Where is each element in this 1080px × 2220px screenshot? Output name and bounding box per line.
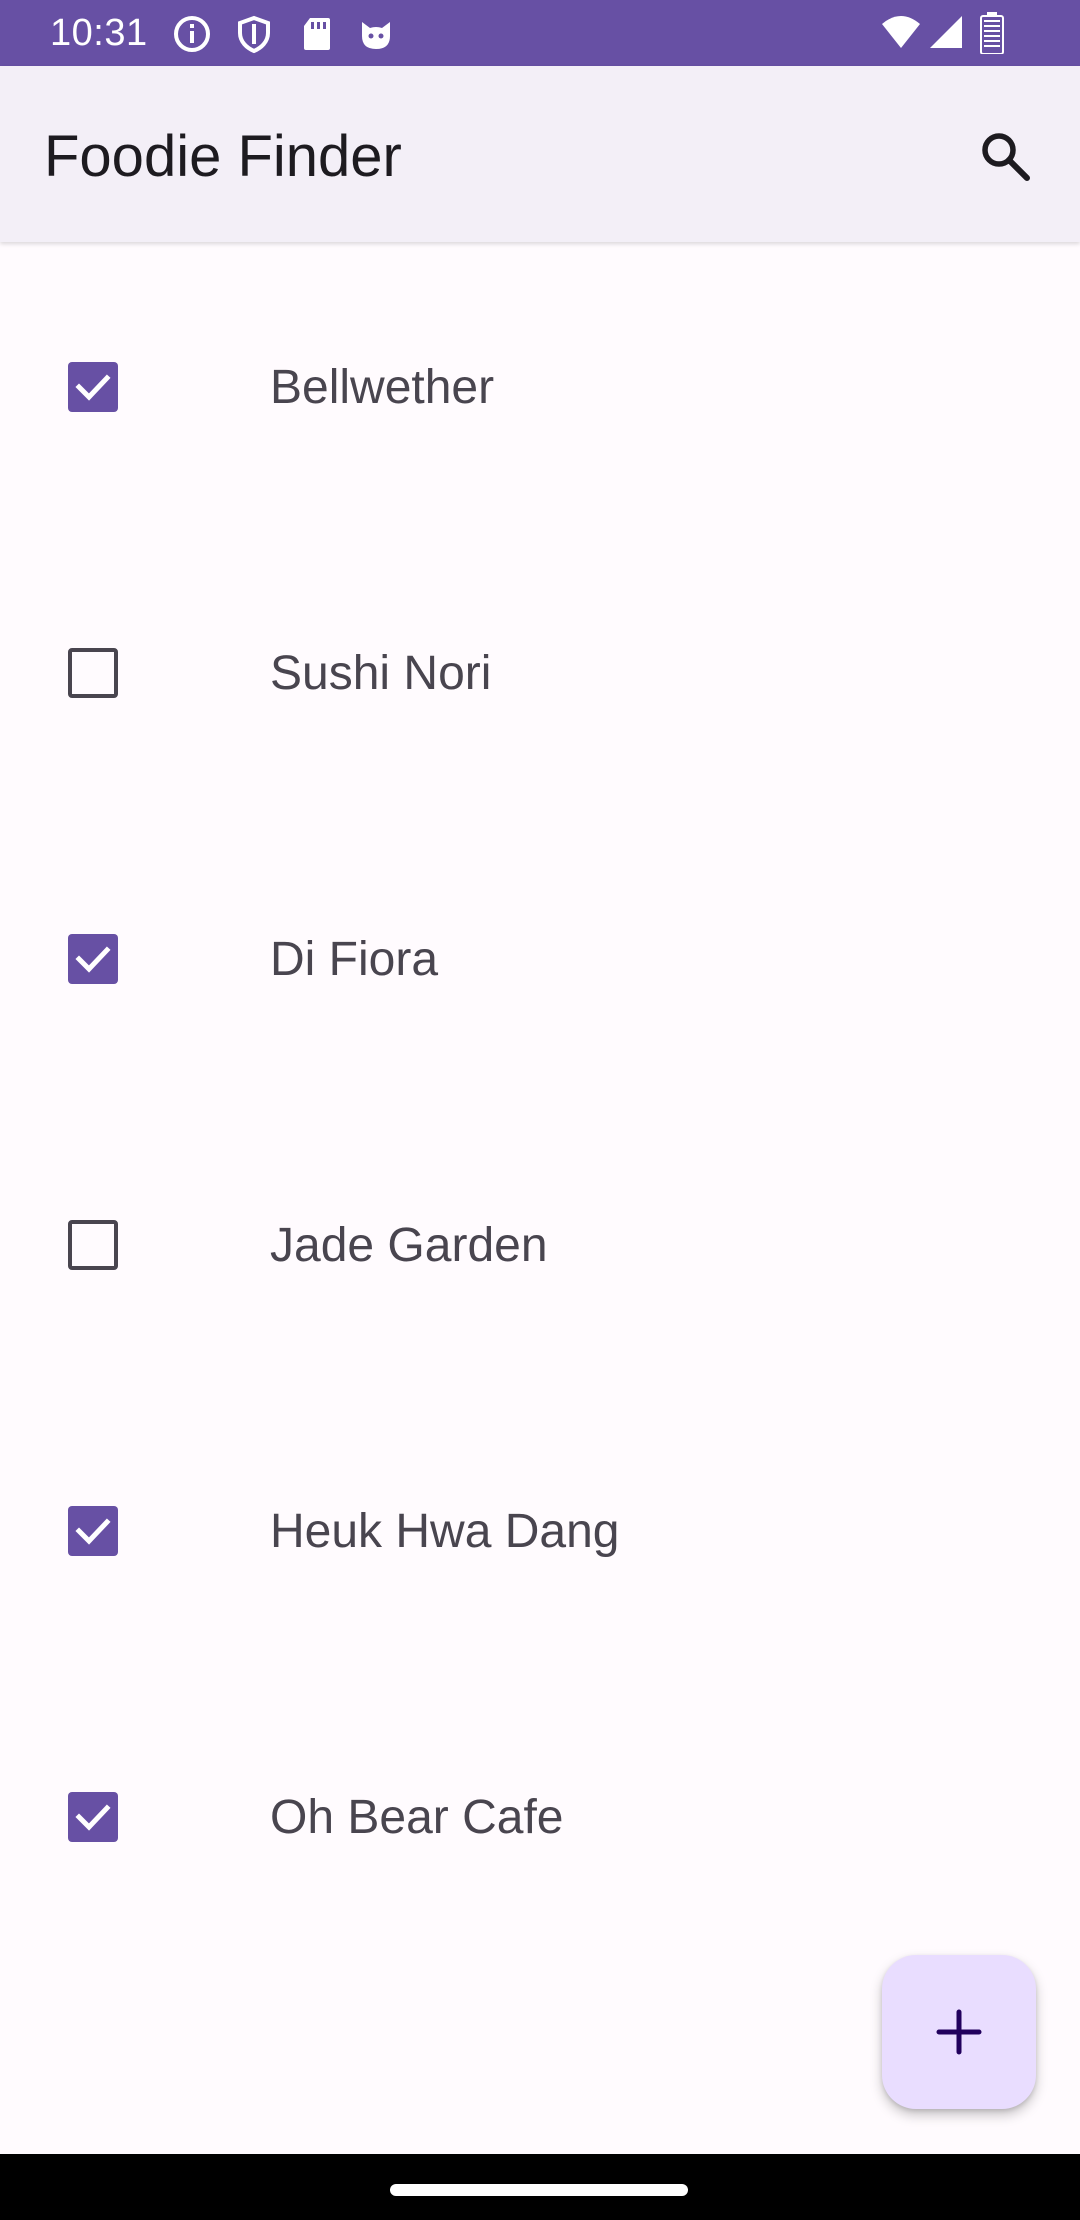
battery-icon: [980, 12, 1004, 54]
home-handle[interactable]: [390, 2184, 688, 2196]
list-item[interactable]: Di Fiora: [0, 814, 1080, 1100]
check-icon: [75, 1804, 111, 1831]
wifi-icon: [882, 16, 920, 48]
add-restaurant-button[interactable]: [882, 1955, 1036, 2109]
item-label: Sushi Nori: [270, 647, 492, 700]
status-time: 10:31: [50, 12, 148, 54]
list-item[interactable]: Bellwether: [0, 242, 1080, 528]
app-bar: Foodie Finder: [0, 66, 1080, 242]
info-icon: [174, 16, 210, 52]
check-icon: [75, 946, 111, 973]
check-icon: [75, 374, 111, 401]
check-icon: [75, 1518, 111, 1545]
checkbox[interactable]: [68, 1220, 118, 1270]
search-button[interactable]: [970, 121, 1040, 191]
plus-icon: [936, 2009, 982, 2055]
checkbox[interactable]: [68, 1792, 118, 1842]
item-label: Bellwether: [270, 361, 495, 414]
cat-icon: [362, 22, 390, 49]
search-icon: [982, 133, 1030, 181]
checkbox[interactable]: [68, 934, 118, 984]
item-label: Jade Garden: [270, 1219, 548, 1272]
list-item[interactable]: Sushi Nori: [0, 528, 1080, 814]
navigation-bar: [0, 2154, 1080, 2220]
shield-icon: [238, 15, 270, 54]
item-label: Di Fiora: [270, 933, 439, 986]
checkbox[interactable]: [68, 1506, 118, 1556]
status-bar: 10:31: [0, 0, 1080, 66]
sd-card-icon: [304, 18, 330, 50]
checkbox[interactable]: [68, 648, 118, 698]
checkbox[interactable]: [68, 362, 118, 412]
cell-signal-icon: [930, 16, 962, 48]
app-title: Foodie Finder: [44, 124, 402, 189]
list-item[interactable]: Jade Garden: [0, 1100, 1080, 1386]
list-item[interactable]: Heuk Hwa Dang: [0, 1386, 1080, 1672]
list-item[interactable]: Oh Bear Cafe: [0, 1672, 1080, 1958]
item-label: Oh Bear Cafe: [270, 1791, 564, 1844]
item-label: Heuk Hwa Dang: [270, 1505, 620, 1558]
